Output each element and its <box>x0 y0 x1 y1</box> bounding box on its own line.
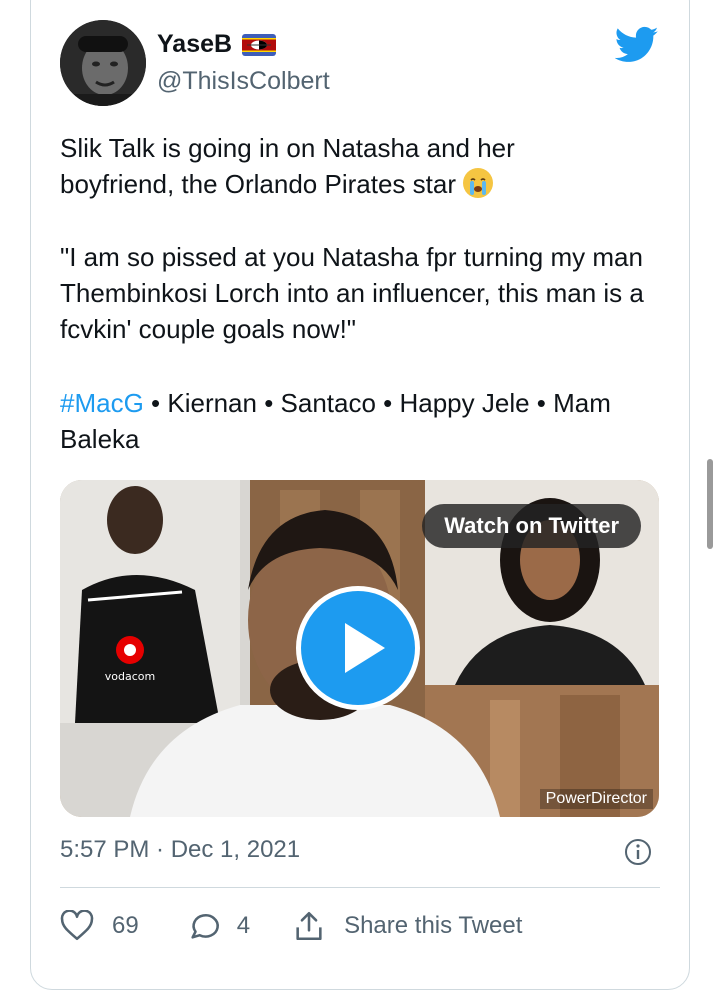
share-action[interactable]: Share this Tweet <box>292 909 522 943</box>
tweet-timestamp[interactable]: 5:57 PM · Dec 1, 2021 <box>60 836 300 864</box>
hashtag-link[interactable]: #MacG <box>60 388 144 418</box>
watch-on-twitter-button[interactable]: Watch on Twitter <box>422 504 641 548</box>
tweet-actions: 69 4 Share this Tweet <box>60 906 522 946</box>
share-label: Share this Tweet <box>344 912 523 939</box>
twitter-bird-icon[interactable] <box>614 26 659 64</box>
avatar[interactable] <box>60 20 146 106</box>
topics-line: #MacG • Kiernan • Santaco • Happy Jele •… <box>60 385 670 457</box>
tweet-quote: "I am so pissed at you Natasha fpr turni… <box>60 242 644 344</box>
reply-icon <box>191 914 219 939</box>
tweet-text-line-1: Slik Talk is going in on Natasha and her <box>60 133 515 163</box>
like-action[interactable]: 69 <box>60 910 139 942</box>
display-name-text: YaseB <box>157 30 233 58</box>
divider <box>60 887 660 888</box>
reply-action[interactable]: 4 <box>187 910 250 942</box>
info-icon[interactable] <box>624 838 652 866</box>
reply-count: 4 <box>236 912 251 939</box>
share-icon <box>296 911 322 941</box>
user-handle[interactable]: @ThisIsColbert <box>157 67 330 96</box>
heart-icon <box>60 910 94 941</box>
crying-face-emoji <box>463 168 494 198</box>
play-button[interactable] <box>296 586 420 710</box>
tweet-text: Slik Talk is going in on Natasha and her… <box>60 130 670 202</box>
jersey-sponsor-text: vodacom <box>105 670 155 683</box>
like-count: 69 <box>112 912 139 939</box>
video-player[interactable]: vodacom Watch on Twitter PowerDirector <box>60 480 659 817</box>
display-name[interactable]: YaseB <box>157 30 277 59</box>
tweet-text-line-2: boyfriend, the Orlando Pirates star <box>60 169 456 199</box>
eswatini-flag-icon <box>242 33 277 56</box>
play-icon <box>345 623 385 673</box>
scrollbar[interactable] <box>707 459 713 549</box>
video-watermark: PowerDirector <box>539 789 653 809</box>
